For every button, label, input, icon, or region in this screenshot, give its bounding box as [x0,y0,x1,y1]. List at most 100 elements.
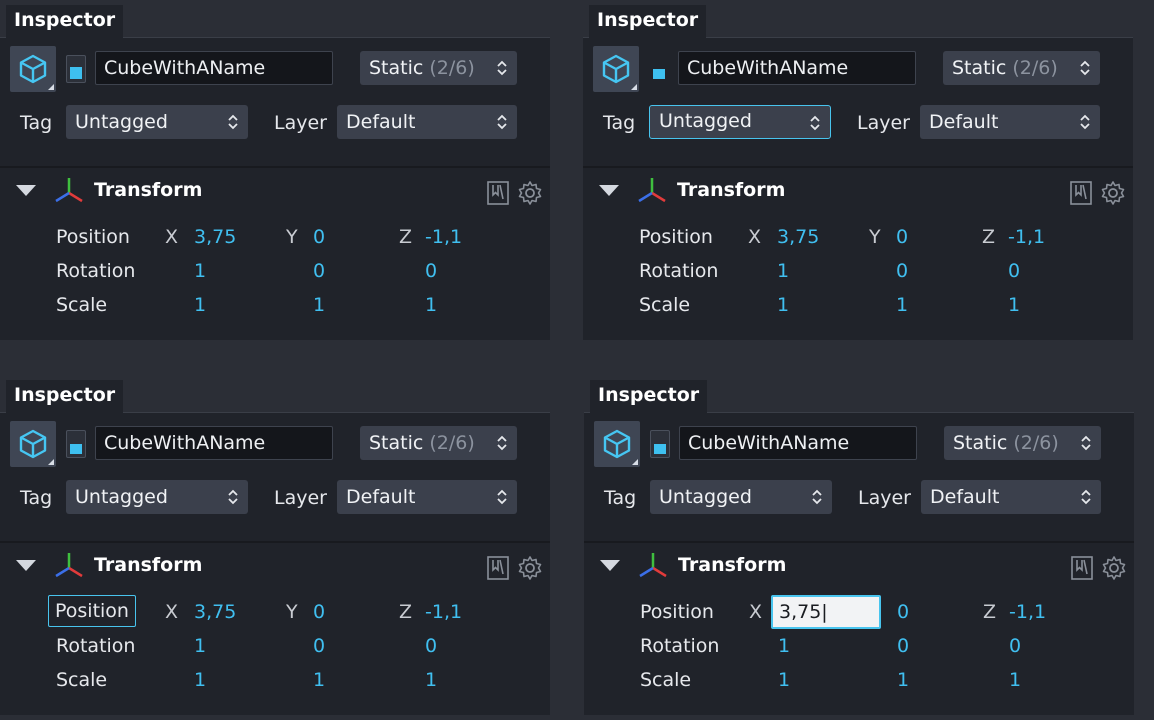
scale-z-value[interactable]: 1 [425,293,437,317]
tag-dropdown[interactable]: Untagged [650,480,832,514]
position-z-value[interactable]: -1,1 [425,225,462,249]
bookmark-icon[interactable] [487,181,509,205]
layer-dropdown[interactable]: Default [920,105,1100,139]
rotation-label[interactable]: Rotation [56,634,135,658]
tag-dropdown[interactable]: Untagged [649,105,831,139]
position-x-value[interactable]: 3,75 [194,600,236,624]
active-checkbox[interactable] [650,430,670,458]
transform-header[interactable]: Transform [583,168,1133,208]
rotation-label[interactable]: Rotation [640,634,719,658]
position-z-label[interactable]: Z [983,600,996,624]
static-dropdown[interactable]: Static (2/6) [360,426,517,460]
position-z-value[interactable]: -1,1 [425,600,462,624]
rotation-y-value[interactable]: 0 [896,259,908,283]
scale-z-value[interactable]: 1 [1009,668,1021,692]
position-x-label[interactable]: X [749,600,762,624]
position-label[interactable]: Position [639,225,713,249]
object-name-field[interactable]: CubeWithAName [95,51,333,85]
object-icon-button[interactable] [10,46,56,92]
scale-x-value[interactable]: 1 [778,668,790,692]
triangle-down-icon[interactable] [599,185,619,196]
position-z-label[interactable]: Z [399,600,412,624]
position-x-value[interactable]: 3,75 [194,225,236,249]
object-name-field[interactable]: CubeWithAName [678,51,916,85]
triangle-down-icon[interactable] [16,185,36,196]
position-label[interactable]: Position [56,225,130,249]
gear-icon[interactable] [1101,555,1127,581]
scale-x-value[interactable]: 1 [194,668,206,692]
object-icon-button[interactable] [593,46,639,92]
position-label[interactable]: Position [640,600,714,624]
position-y-value[interactable]: 0 [313,600,325,624]
scale-y-value[interactable]: 1 [896,293,908,317]
tab-inspector[interactable]: Inspector [6,380,124,413]
object-icon-button[interactable] [594,421,640,467]
scale-label[interactable]: Scale [639,293,690,317]
object-icon-button[interactable] [10,421,56,467]
active-checkbox[interactable] [66,55,86,83]
position-z-label[interactable]: Z [399,225,412,249]
position-x-label[interactable]: X [748,225,761,249]
rotation-x-value[interactable]: 1 [194,259,206,283]
rotation-label[interactable]: Rotation [639,259,718,283]
gear-icon[interactable] [517,555,543,581]
scale-x-value[interactable]: 1 [777,293,789,317]
scale-label[interactable]: Scale [640,668,691,692]
active-checkbox[interactable] [649,55,669,83]
gear-icon[interactable] [517,180,543,206]
object-name-field[interactable]: CubeWithAName [679,426,917,460]
rotation-z-value[interactable]: 0 [1009,634,1021,658]
static-dropdown[interactable]: Static (2/6) [360,51,517,85]
position-z-label[interactable]: Z [982,225,995,249]
bookmark-icon[interactable] [1070,181,1092,205]
static-dropdown[interactable]: Static (2/6) [944,426,1101,460]
bookmark-icon[interactable] [487,556,509,580]
object-name-field[interactable]: CubeWithAName [95,426,333,460]
position-y-value[interactable]: 0 [896,225,908,249]
tag-dropdown[interactable]: Untagged [66,105,248,139]
position-x-label[interactable]: X [165,600,178,624]
rotation-x-value[interactable]: 1 [194,634,206,658]
position-x-edit-field[interactable]: 3,75| [771,595,881,629]
bookmark-icon[interactable] [1071,556,1093,580]
rotation-x-value[interactable]: 1 [778,634,790,658]
scale-z-value[interactable]: 1 [1008,293,1020,317]
transform-header[interactable]: Transform [0,168,550,208]
scale-label[interactable]: Scale [56,668,107,692]
rotation-y-value[interactable]: 0 [313,259,325,283]
transform-header[interactable]: Transform [0,543,550,583]
rotation-z-value[interactable]: 0 [425,634,437,658]
layer-dropdown[interactable]: Default [921,480,1101,514]
position-x-value[interactable]: 3,75 [777,225,819,249]
scale-label[interactable]: Scale [56,293,107,317]
position-y-label[interactable]: Y [286,225,298,249]
scale-y-value[interactable]: 1 [313,293,325,317]
scale-y-value[interactable]: 1 [897,668,909,692]
triangle-down-icon[interactable] [16,560,36,571]
tag-dropdown[interactable]: Untagged [66,480,248,514]
triangle-down-icon[interactable] [600,560,620,571]
position-label[interactable]: Position [48,595,136,627]
rotation-y-value[interactable]: 0 [313,634,325,658]
active-checkbox[interactable] [66,430,86,458]
rotation-z-value[interactable]: 0 [1008,259,1020,283]
rotation-z-value[interactable]: 0 [425,259,437,283]
position-z-value[interactable]: -1,1 [1009,600,1046,624]
tab-inspector[interactable]: Inspector [590,380,708,413]
layer-dropdown[interactable]: Default [337,480,517,514]
tab-inspector[interactable]: Inspector [6,5,124,38]
scale-x-value[interactable]: 1 [194,293,206,317]
tab-inspector[interactable]: Inspector [589,5,707,38]
layer-dropdown[interactable]: Default [337,105,517,139]
rotation-label[interactable]: Rotation [56,259,135,283]
position-y-value[interactable]: 0 [897,600,909,624]
position-y-label[interactable]: Y [286,600,298,624]
position-y-label[interactable]: Y [869,225,881,249]
rotation-y-value[interactable]: 0 [897,634,909,658]
gear-icon[interactable] [1100,180,1126,206]
scale-y-value[interactable]: 1 [313,668,325,692]
transform-header[interactable]: Transform [584,543,1134,583]
rotation-x-value[interactable]: 1 [777,259,789,283]
position-y-value[interactable]: 0 [313,225,325,249]
scale-z-value[interactable]: 1 [425,668,437,692]
